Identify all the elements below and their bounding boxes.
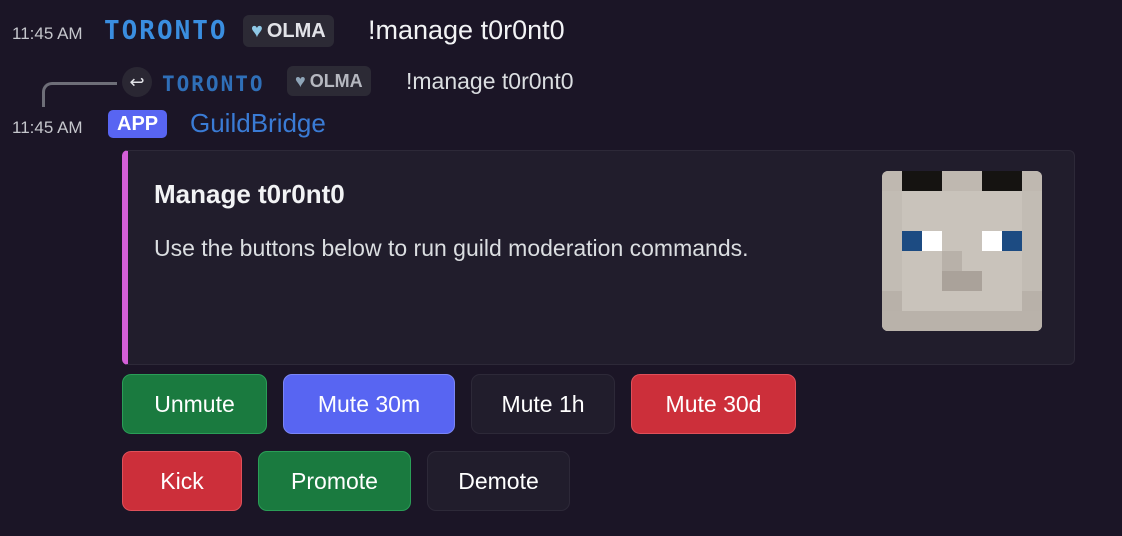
heart-icon: ♥ (251, 19, 263, 42)
message-content: !manage t0r0nt0 (368, 15, 565, 45)
heart-icon: ♥ (295, 70, 306, 91)
reply-content: !manage t0r0nt0 (406, 68, 574, 94)
guild-tag-label: OLMA (266, 19, 326, 42)
reply-guild-tag-badge[interactable]: ♥ OLMA (287, 66, 371, 96)
bot-message-timestamp: 11:45 AM (12, 118, 83, 137)
reply-arrow-icon: ↩ (122, 67, 152, 97)
mute-30m-button[interactable]: Mute 30m (283, 374, 455, 434)
kick-button[interactable]: Kick (122, 451, 242, 511)
embed-title: Manage t0r0nt0 (154, 179, 345, 209)
embed-description: Use the buttons below to run guild moder… (154, 235, 749, 261)
message-author[interactable]: TORONTO (104, 16, 228, 46)
unmute-button[interactable]: Unmute (122, 374, 267, 434)
embed-thumbnail-avatar[interactable] (882, 171, 1042, 331)
guild-tag-badge[interactable]: ♥ OLMA (243, 15, 334, 47)
promote-button[interactable]: Promote (258, 451, 411, 511)
embed-card: Manage t0r0nt0 Use the buttons below to … (122, 150, 1075, 365)
demote-button[interactable]: Demote (427, 451, 570, 511)
app-badge: APP (108, 110, 168, 138)
mute-1h-button[interactable]: Mute 1h (471, 374, 615, 434)
bot-author[interactable]: GuildBridge (190, 108, 326, 139)
pixel-face-icon (882, 171, 1042, 331)
reply-connector-line (42, 82, 117, 107)
reply-author[interactable]: TORONTO (162, 72, 265, 96)
reply-guild-tag-label: OLMA (309, 70, 363, 91)
mute-30d-button[interactable]: Mute 30d (631, 374, 796, 434)
message-timestamp: 11:45 AM (12, 24, 83, 43)
